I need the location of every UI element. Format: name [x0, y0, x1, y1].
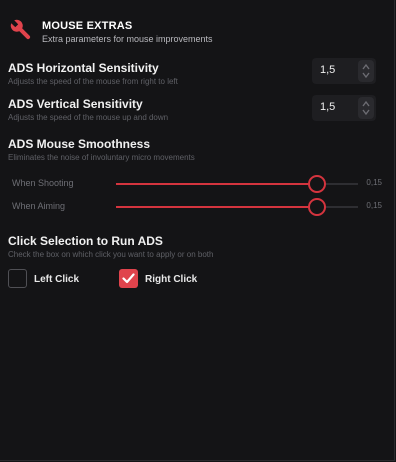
slider-when-aiming: When Aiming 0,15 — [12, 198, 382, 216]
ads-horizontal-value[interactable]: 1,5 — [320, 64, 335, 76]
right-click-checkbox[interactable] — [119, 269, 138, 288]
slider-when-shooting: When Shooting 0,15 — [12, 175, 382, 193]
smoothness-description: Eliminates the noise of involuntary micr… — [8, 153, 195, 162]
mouse-extras-panel: MOUSE EXTRAS Extra parameters for mouse … — [0, 0, 395, 461]
ads-vertical-description: Adjusts the speed of the mouse up and do… — [8, 113, 169, 122]
section-subtitle: Extra parameters for mouse improvements — [42, 34, 213, 44]
slider-value: 0,15 — [366, 178, 382, 187]
ads-horizontal-label: ADS Horizontal Sensitivity — [8, 61, 159, 75]
section-header: MOUSE EXTRAS Extra parameters for mouse … — [8, 15, 378, 49]
wrench-icon — [8, 17, 34, 43]
slider-track[interactable] — [116, 175, 358, 193]
ads-vertical-setting: ADS Vertical Sensitivity Adjusts the spe… — [8, 97, 308, 123]
slider-value: 0,15 — [366, 201, 382, 210]
slider-thumb[interactable] — [307, 198, 326, 216]
spinner-arrows-icon[interactable] — [358, 97, 374, 119]
left-click-label[interactable]: Left Click — [34, 274, 79, 285]
slider-fill — [116, 183, 317, 185]
ads-vertical-label: ADS Vertical Sensitivity — [8, 97, 143, 111]
click-selection-label: Click Selection to Run ADS — [8, 234, 163, 248]
smoothness-label: ADS Mouse Smoothness — [8, 137, 151, 151]
click-selection-setting: Click Selection to Run ADS Check the box… — [8, 234, 308, 260]
slider-thumb[interactable] — [307, 175, 326, 193]
checkmark-icon — [122, 273, 135, 284]
ads-horizontal-description: Adjusts the speed of the mouse from righ… — [8, 77, 178, 86]
ads-horizontal-setting: ADS Horizontal Sensitivity Adjusts the s… — [8, 61, 308, 87]
ads-vertical-spinner[interactable]: 1,5 — [312, 95, 376, 121]
section-title: MOUSE EXTRAS — [42, 20, 133, 32]
ads-horizontal-spinner[interactable]: 1,5 — [312, 58, 376, 84]
slider-track[interactable] — [116, 198, 358, 216]
slider-label: When Shooting — [12, 178, 74, 188]
slider-label: When Aiming — [12, 201, 66, 211]
left-click-checkbox[interactable] — [8, 269, 27, 288]
smoothness-setting: ADS Mouse Smoothness Eliminates the nois… — [8, 137, 308, 163]
slider-fill — [116, 206, 317, 208]
right-click-label[interactable]: Right Click — [145, 274, 197, 285]
ads-vertical-value[interactable]: 1,5 — [320, 101, 335, 113]
spinner-arrows-icon[interactable] — [358, 60, 374, 82]
click-selection-description: Check the box on which click you want to… — [8, 250, 214, 259]
